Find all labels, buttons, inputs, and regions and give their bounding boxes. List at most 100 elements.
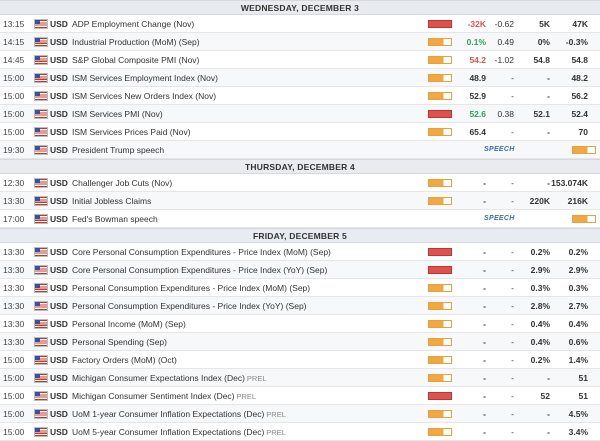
- event-name[interactable]: Industrial Production (MoM) (Sep): [72, 37, 422, 47]
- event-name[interactable]: ISM Services Prices Paid (Nov): [72, 127, 422, 137]
- us-flag-icon: [34, 108, 48, 119]
- medium-impact-icon: [428, 91, 452, 100]
- consensus-value: 0.2%: [530, 246, 550, 257]
- event-name[interactable]: ISM Services Employment Index (Nov): [72, 73, 422, 83]
- event-currency: USD: [50, 336, 68, 347]
- medium-impact-icon: [428, 355, 452, 364]
- event-name[interactable]: Michigan Consumer Sentiment Index (Dec) P…: [72, 391, 422, 401]
- event-row[interactable]: 15:00 USD Michigan Consumer Expectations I…: [0, 369, 600, 387]
- event-name[interactable]: S&P Global Composite PMI (Nov): [72, 55, 422, 65]
- event-row[interactable]: 13:15 USD ADP Employment Change (Nov) -32K -…: [0, 15, 600, 33]
- event-name[interactable]: Factory Orders (MoM) (Oct): [72, 355, 422, 365]
- us-flag-icon: [34, 72, 48, 83]
- us-flag-icon: [34, 372, 48, 383]
- us-flag-icon: [34, 354, 48, 365]
- event-tag: PREL: [236, 391, 257, 401]
- event-name-text: Fed's Bowman speech: [72, 213, 158, 224]
- event-currency: USD: [50, 282, 68, 293]
- previous-value: 153.074K: [551, 177, 588, 188]
- consensus-value: 2.9%: [530, 264, 550, 275]
- event-name-text: ISM Services PMI (Nov): [72, 108, 163, 119]
- deviation-value: -: [511, 390, 514, 401]
- medium-impact-icon: [572, 145, 596, 154]
- consensus-value: 52.1: [533, 108, 550, 119]
- event-row[interactable]: 15:00 USD Factory Orders (MoM) (Oct) - - 0.2%…: [0, 351, 600, 369]
- event-time: 15:00: [3, 126, 25, 137]
- event-name[interactable]: Challenger Job Cuts (Nov): [72, 178, 422, 188]
- deviation-value: -: [511, 246, 514, 257]
- previous-value: 48.2: [571, 72, 588, 83]
- event-name-text: ISM Services Prices Paid (Nov): [72, 126, 191, 137]
- event-row[interactable]: 13:30 USD Personal Consumption Expenditure…: [0, 279, 600, 297]
- event-time: 15:00: [3, 390, 25, 401]
- event-name[interactable]: Core Personal Consumption Expenditures -…: [72, 265, 422, 275]
- event-row[interactable]: 13:30 USD Personal Consumption Expenditure…: [0, 297, 600, 315]
- deviation-value: -: [511, 354, 514, 365]
- event-tag: PREL: [246, 373, 267, 383]
- us-flag-icon: [34, 144, 48, 155]
- event-name[interactable]: ISM Services PMI (Nov): [72, 109, 422, 119]
- event-name[interactable]: Personal Spending (Sep): [72, 337, 422, 347]
- event-currency: USD: [50, 426, 68, 437]
- deviation-value: -: [511, 426, 514, 437]
- deviation-value: -0.62: [494, 18, 514, 29]
- event-tag: PREL: [266, 409, 286, 419]
- event-row[interactable]: 13:30 USD Core Personal Consumption Expend…: [0, 243, 600, 261]
- high-impact-icon: [428, 109, 452, 118]
- event-row[interactable]: 15:00 USD ISM Services Prices Paid (Nov) 65…: [0, 123, 600, 141]
- medium-impact-icon: [428, 319, 452, 328]
- consensus-value: 54.8: [533, 54, 550, 65]
- us-flag-icon: [34, 18, 48, 29]
- event-row[interactable]: 13:30 USD Initial Jobless Claims - - 220K 216K: [0, 192, 600, 210]
- us-flag-icon: [34, 90, 48, 101]
- event-name[interactable]: Core Personal Consumption Expenditures -…: [72, 247, 422, 257]
- us-flag-icon: [34, 408, 48, 419]
- event-name[interactable]: ISM Services New Orders Index (Nov): [72, 91, 422, 101]
- event-row[interactable]: 13:30 USD Core Personal Consumption Expend…: [0, 261, 600, 279]
- event-name[interactable]: Personal Consumption Expenditures - Pric…: [72, 301, 422, 311]
- event-row[interactable]: 14:15 USD Industrial Production (MoM) (Sep…: [0, 33, 600, 51]
- previous-value: 1.4%: [568, 354, 588, 365]
- event-row[interactable]: 19:30 USD President Trump speech SPEECH: [0, 141, 600, 159]
- event-name[interactable]: UoM 5-year Consumer Inflation Expectatio…: [72, 427, 422, 437]
- event-currency: USD: [50, 372, 68, 383]
- consensus-value: -: [547, 177, 550, 188]
- event-row[interactable]: 15:00 USD ISM Services PMI (Nov) 52.6 0.38 52…: [0, 105, 600, 123]
- event-row[interactable]: 15:00 USD Michigan Consumer Sentiment Inde…: [0, 387, 600, 405]
- event-name-text: Michigan Consumer Expectations Index (De…: [72, 372, 245, 383]
- us-flag-icon: [34, 213, 48, 224]
- actual-value: 48.9: [469, 72, 486, 83]
- event-row[interactable]: 12:30 USD Challenger Job Cuts (Nov) - - -153.…: [0, 174, 600, 192]
- event-row[interactable]: 13:30 USD Personal Spending (Sep) - - 0.4% 0.6…: [0, 333, 600, 351]
- event-row[interactable]: 14:45 USD S&P Global Composite PMI (Nov) 54…: [0, 51, 600, 69]
- us-flag-icon: [34, 300, 48, 311]
- event-time: 13:30: [3, 264, 25, 275]
- event-row[interactable]: 15:00 USD UoM 1-year Consumer Inflation Ex…: [0, 405, 600, 423]
- event-currency: USD: [50, 144, 68, 155]
- us-flag-icon: [34, 36, 48, 47]
- event-name[interactable]: Personal Consumption Expenditures - Pric…: [72, 283, 422, 293]
- event-name[interactable]: Initial Jobless Claims: [72, 196, 422, 206]
- event-name-text: Michigan Consumer Sentiment Index (Dec): [72, 390, 235, 401]
- event-tag: PREL: [266, 427, 286, 437]
- event-row[interactable]: 15:00 USD ISM Services Employment Index (N…: [0, 69, 600, 87]
- previous-value: 56.2: [571, 90, 588, 101]
- event-currency: USD: [50, 72, 68, 83]
- previous-value: 70: [578, 126, 588, 137]
- event-name[interactable]: UoM 1-year Consumer Inflation Expectatio…: [72, 409, 422, 419]
- consensus-value: 0.3%: [530, 282, 550, 293]
- event-row[interactable]: 13:30 USD Personal Income (MoM) (Sep) - - 0.4…: [0, 315, 600, 333]
- speech-label: SPEECH: [484, 146, 515, 153]
- event-row[interactable]: 15:00 USD ISM Services New Orders Index (N…: [0, 87, 600, 105]
- event-currency: USD: [50, 318, 68, 329]
- event-name[interactable]: ADP Employment Change (Nov): [72, 19, 422, 29]
- event-name[interactable]: Personal Income (MoM) (Sep): [72, 319, 422, 329]
- deviation-value: -: [511, 336, 514, 347]
- event-row[interactable]: 17:00 USD Fed's Bowman speech SPEECH: [0, 210, 600, 228]
- event-currency: USD: [50, 18, 68, 29]
- event-name[interactable]: Michigan Consumer Expectations Index (De…: [72, 373, 422, 383]
- us-flag-icon: [34, 246, 48, 257]
- actual-value: -: [483, 390, 486, 401]
- event-row[interactable]: 15:00 USD UoM 5-year Consumer Inflation Ex…: [0, 423, 600, 441]
- deviation-value: -: [511, 177, 514, 188]
